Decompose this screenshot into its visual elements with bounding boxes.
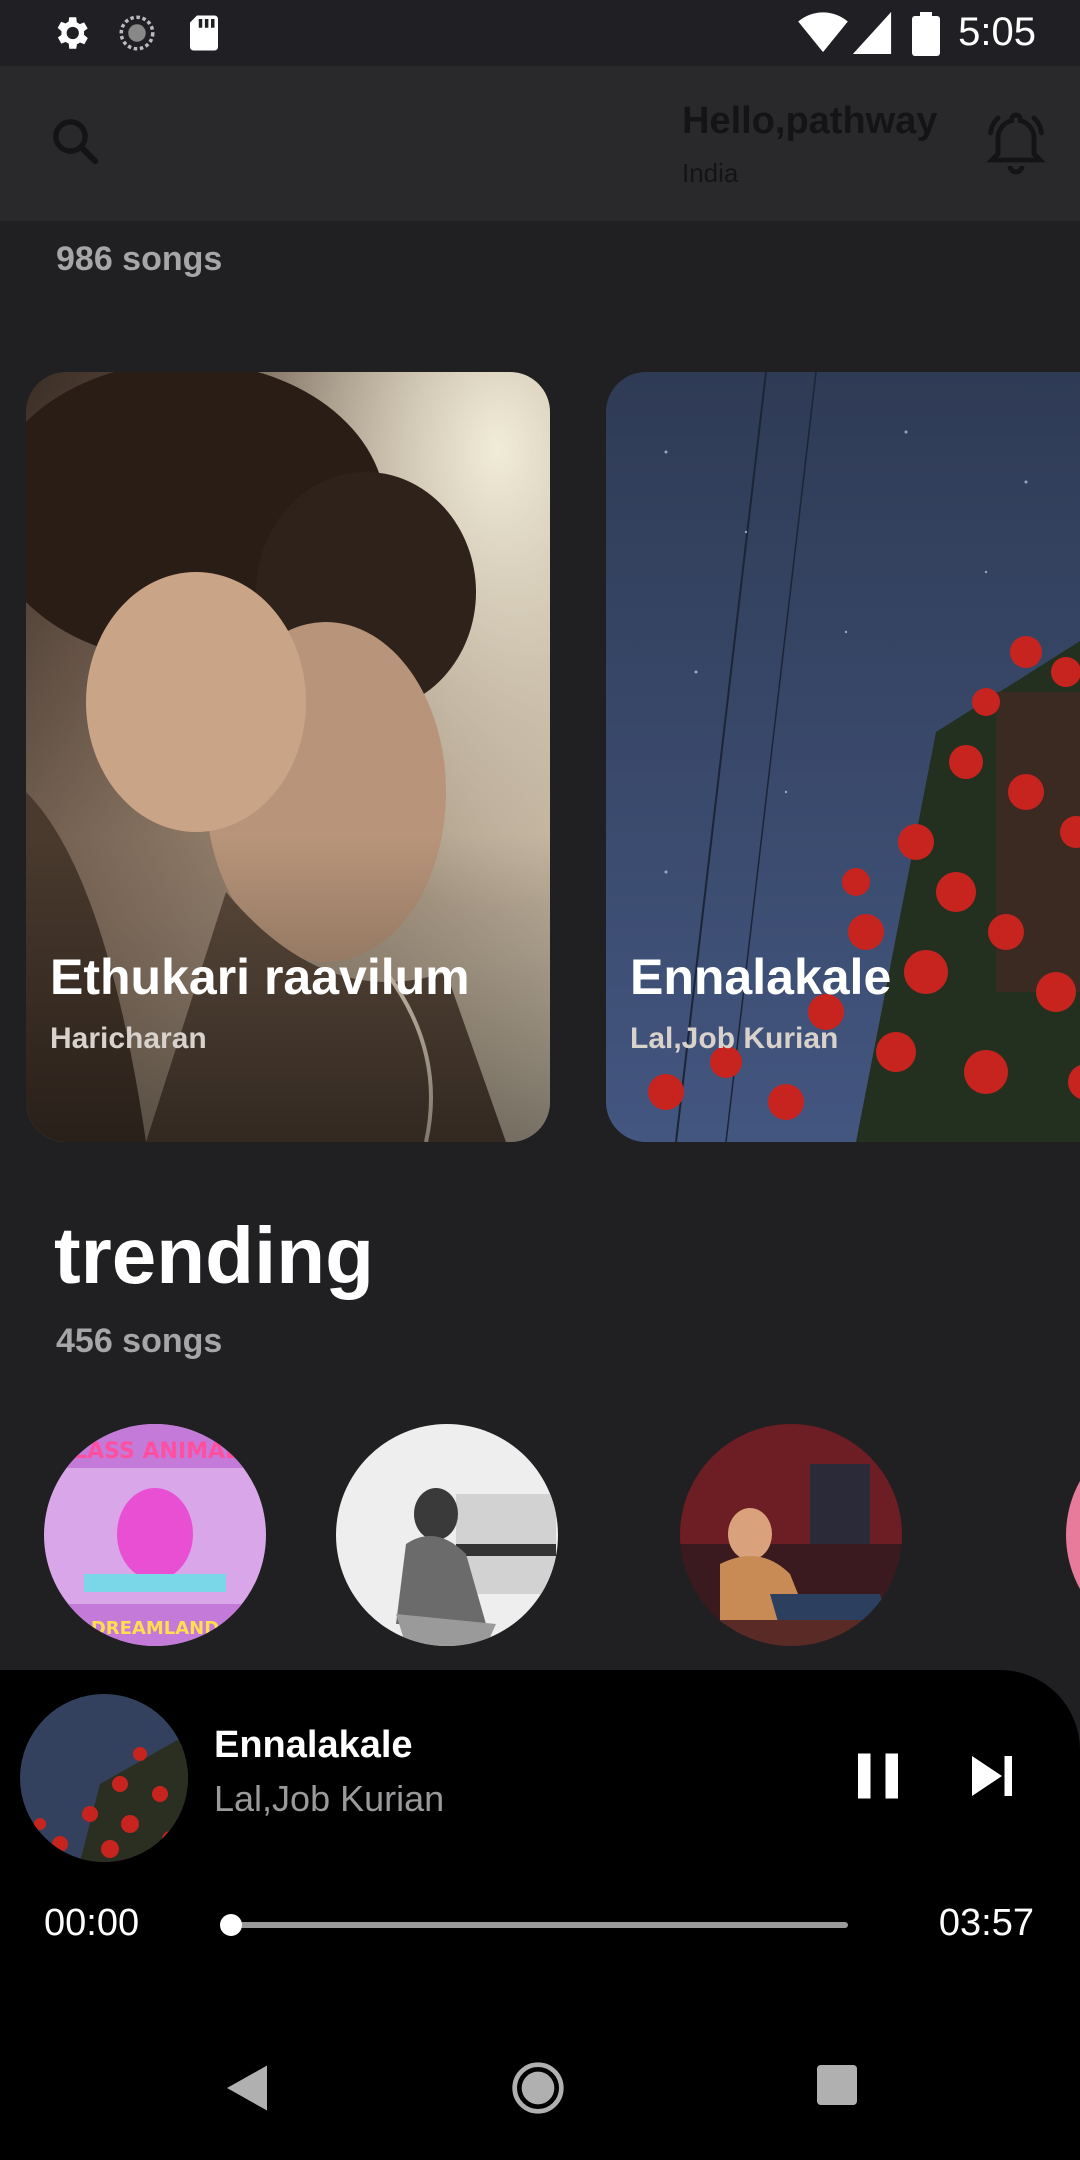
recents-icon[interactable] [812,2060,862,2110]
card-artist: Lal,Job Kurian [630,1022,839,1055]
sync-icon [119,15,155,51]
search-icon[interactable] [48,114,102,168]
progress-knob[interactable] [220,1914,242,1936]
elapsed-time: 00:00 [44,1902,140,1944]
status-bar: 5:05 [0,0,1080,66]
player-artist: Lal,Job Kurian [214,1778,445,1819]
player-album-art[interactable] [20,1694,188,1862]
album-art-image [20,1694,188,1862]
featured-card-ethukari[interactable]: Ethukari raavilum Haricharan [26,372,550,1142]
album-art-image [680,1424,902,1646]
duration-time: 03:57 [938,1902,1034,1944]
progress-bar[interactable] [230,1922,848,1928]
home-icon[interactable] [510,2060,566,2116]
card-title: Ennalakale [630,949,892,1005]
featured-song-count: 986 songs [56,240,223,278]
greeting-text: Hello,pathway [682,100,938,142]
trending-song-count: 456 songs [56,1322,223,1360]
battery-icon [912,12,940,56]
location-text: India [682,158,739,188]
trending-album-3[interactable] [680,1424,902,1646]
screen: 5:05 Hello,pathway India 986 songs Ethuk… [0,0,1080,2160]
trending-album-2[interactable] [336,1424,558,1646]
player-title: Ennalakale [214,1724,413,1766]
album-art-image [1066,1424,1080,1646]
system-nav-bar [0,2020,1080,2160]
album-art-text: GLASS ANIMALS [55,1439,255,1464]
mini-player[interactable]: Ennalakale Lal,Job Kurian 00:00 03:57 [0,1670,1080,2020]
signal-icon [852,12,892,54]
back-icon[interactable] [222,2060,272,2116]
trending-album-1[interactable]: GLASS ANIMALS DREAMLAND [44,1424,266,1646]
album-art-image [336,1424,558,1646]
album-art-subtext: DREAMLAND [91,1618,219,1639]
album-art-image: GLASS ANIMALS DREAMLAND [44,1424,266,1646]
skip-next-icon[interactable] [962,1746,1022,1806]
featured-card-ennalakale[interactable]: Ennalakale Lal,Job Kurian [606,372,1080,1142]
status-time: 5:05 [958,10,1036,54]
app-bar: Hello,pathway India [0,66,1080,221]
pause-icon[interactable] [848,1746,908,1806]
trending-heading: trending [54,1211,374,1300]
gear-icon [57,17,88,49]
wifi-icon [798,12,848,53]
sd-card-icon [190,15,218,51]
card-artist: Haricharan [50,1022,207,1055]
bell-icon[interactable] [980,106,1052,178]
trending-album-4[interactable] [1066,1424,1080,1646]
card-title: Ethukari raavilum [50,949,470,1005]
